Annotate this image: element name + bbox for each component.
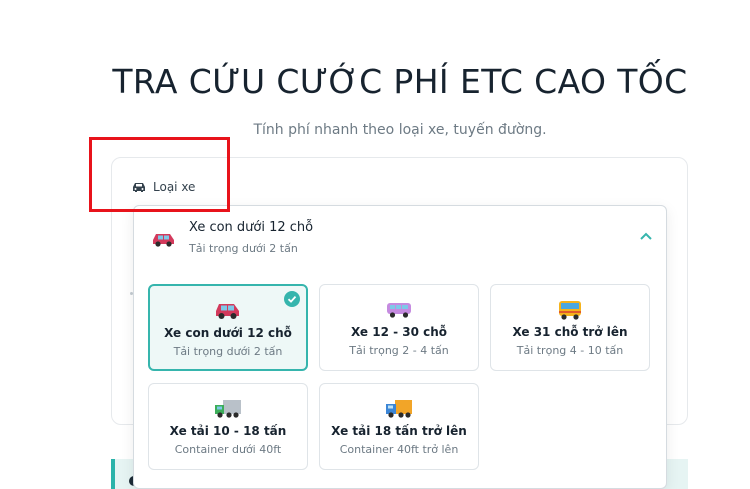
vehicle-option-heavy-truck[interactable]: Xe tải 18 tấn trở lên Container 40ft trở… — [319, 383, 479, 470]
page-title: TRA CỨU CƯỚC PHÍ ETC CAO TỐC — [112, 62, 688, 101]
vehicle-option-sub: Container 40ft trở lên — [339, 443, 459, 456]
heavy-truck-icon — [386, 400, 412, 418]
page-subtitle: Tính phí nhanh theo loại xe, tuyến đường… — [253, 122, 547, 138]
chevron-up-icon[interactable] — [640, 232, 652, 240]
check-icon — [284, 291, 300, 307]
vehicle-option-truck[interactable]: Xe tải 10 - 18 tấn Container dưới 40ft — [148, 383, 308, 470]
vehicle-option-sub: Tải trọng 4 - 10 tấn — [516, 344, 624, 357]
vehicle-option-name: Xe tải 18 tấn trở lên — [331, 424, 467, 438]
vehicle-option-minibus[interactable]: Xe 12 - 30 chỗ Tải trọng 2 - 4 tấn — [319, 284, 479, 371]
selected-vehicle-name: Xe con dưới 12 chỗ — [189, 220, 314, 235]
car-outline-icon — [133, 183, 145, 192]
car-icon — [216, 304, 239, 319]
vehicle-option-name: Xe 31 chỗ trở lên — [512, 325, 628, 339]
vehicle-option-name: Xe tải 10 - 18 tấn — [169, 424, 287, 438]
vehicle-option-name: Xe 12 - 30 chỗ — [350, 325, 448, 339]
vehicle-option-car[interactable]: Xe con dưới 12 chỗ Tải trọng dưới 2 tấn — [148, 284, 308, 371]
vehicle-option-sub: Container dưới 40ft — [174, 443, 282, 456]
page: TRA CỨU CƯỚC PHÍ ETC CAO TỐC Tính phí nh… — [0, 0, 750, 489]
vehicle-option-sub: Tải trọng dưới 2 tấn — [173, 345, 283, 358]
minibus-icon — [387, 303, 411, 318]
car-icon — [153, 234, 174, 247]
selected-vehicle-sub: Tải trọng dưới 2 tấn — [189, 242, 298, 255]
vehicle-option-sub: Tải trọng 2 - 4 tấn — [349, 344, 449, 357]
selected-vehicle: Xe con dưới 12 chỗ Tải trọng dưới 2 tấn — [189, 220, 313, 255]
vehicle-type-dropdown[interactable]: Xe con dưới 12 chỗ Tải trọng dưới 2 tấn … — [133, 205, 667, 489]
truck-icon — [215, 400, 241, 418]
vehicle-option-bus[interactable]: Xe 31 chỗ trở lên Tải trọng 4 - 10 tấn — [490, 284, 650, 371]
vehicle-type-label: Loại xe — [131, 180, 195, 194]
vehicle-type-select[interactable]: Xe con dưới 12 chỗ Tải trọng dưới 2 tấn — [134, 206, 666, 270]
bus-icon — [559, 301, 581, 320]
vehicle-type-label-text: Loại xe — [153, 180, 196, 194]
vehicle-option-name: Xe con dưới 12 chỗ — [164, 326, 292, 340]
